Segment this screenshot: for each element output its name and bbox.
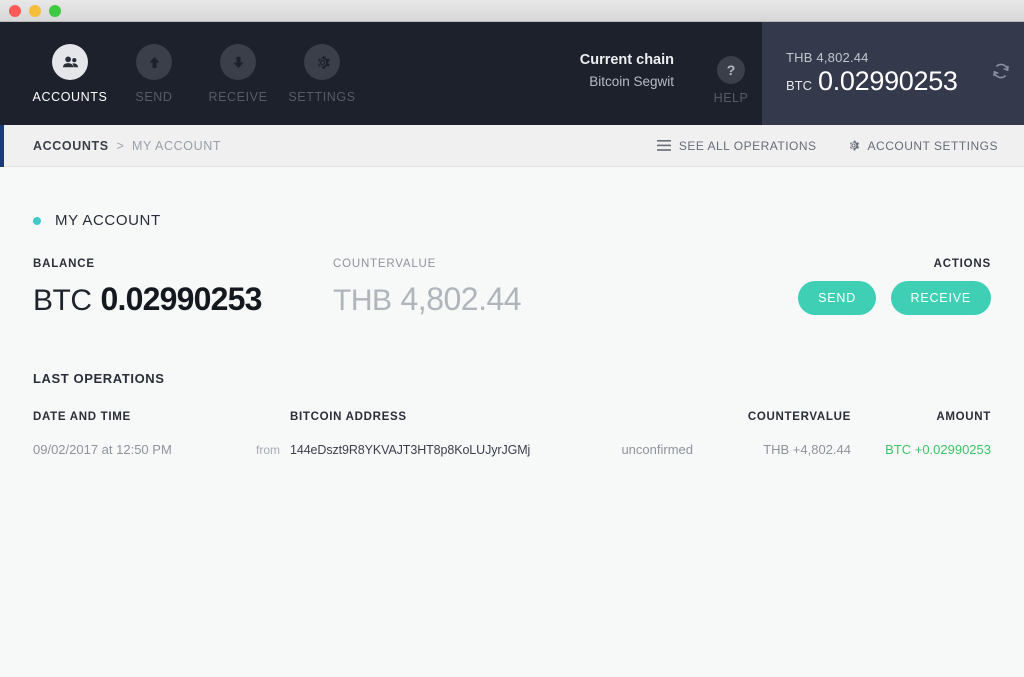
balance-row: BALANCE BTC 0.02990253 COUNTERVALUE THB … <box>33 258 991 318</box>
nav-item-accounts[interactable]: ACCOUNTS <box>30 44 110 129</box>
gear-icon <box>304 44 340 80</box>
operation-date: 09/02/2017 at 12:50 PM <box>33 442 172 457</box>
actions-header: ACTIONS <box>933 258 991 270</box>
gear-icon <box>847 139 860 152</box>
total-fiat-value: THB 4,802.44 <box>786 50 869 65</box>
send-button[interactable]: SEND <box>798 281 877 315</box>
column-header-status <box>561 411 711 442</box>
account-title: MY ACCOUNT <box>33 167 991 229</box>
balance-column: BALANCE BTC 0.02990253 <box>33 258 333 318</box>
breadcrumb-actions: SEE ALL OPERATIONS ACCOUNT SETTINGS <box>627 139 998 153</box>
main-content: MY ACCOUNT BALANCE BTC 0.02990253 COUNTE… <box>0 167 1024 677</box>
column-header-amount: AMOUNT <box>936 411 991 423</box>
total-crypto-amount: 0.02990253 <box>818 66 958 96</box>
balance-amount: 0.02990253 <box>100 281 263 317</box>
total-crypto-unit: BTC <box>786 78 812 93</box>
account-status-dot <box>33 216 41 225</box>
help-label: HELP <box>713 91 749 105</box>
countervalue-amount: 4,802.44 <box>400 281 522 317</box>
table-row[interactable]: 09/02/2017 at 12:50 PM from 144eDszt9R8Y… <box>33 442 991 457</box>
countervalue-column: COUNTERVALUE THB 4,802.44 <box>333 258 771 318</box>
window-titlebar <box>0 0 1024 22</box>
column-header-address: BITCOIN ADDRESS <box>290 411 407 423</box>
account-settings-button[interactable]: ACCOUNT SETTINGS <box>847 139 998 153</box>
arrow-down-icon <box>220 44 256 80</box>
window-minimize-button[interactable] <box>29 4 41 17</box>
breadcrumb-current: MY ACCOUNT <box>131 138 222 153</box>
account-name: MY ACCOUNT <box>55 212 161 229</box>
balance-header: BALANCE <box>33 258 95 270</box>
app-header: ACCOUNTS SEND RECEIVE SETTINGS Current c… <box>0 22 1024 129</box>
left-accent-strip <box>0 125 4 167</box>
nav-item-receive[interactable]: RECEIVE <box>198 44 278 104</box>
balance-unit: BTC <box>33 284 92 317</box>
people-icon <box>52 44 88 80</box>
hamburger-icon <box>656 140 671 151</box>
table-header-row: DATE AND TIME BITCOIN ADDRESS COUNTERVAL… <box>33 411 991 442</box>
nav-label-receive: RECEIVE <box>208 90 268 104</box>
main-navigation: ACCOUNTS SEND RECEIVE SETTINGS <box>0 22 366 129</box>
last-operations-title: LAST OPERATIONS <box>33 371 165 386</box>
countervalue-value: THB 4,802.44 <box>333 281 771 318</box>
nav-label-accounts: ACCOUNTS <box>32 90 108 104</box>
nav-label-settings: SETTINGS <box>288 90 356 104</box>
account-settings-label: ACCOUNT SETTINGS <box>867 138 998 153</box>
operations-table: DATE AND TIME BITCOIN ADDRESS COUNTERVAL… <box>33 411 991 457</box>
column-header-date: DATE AND TIME <box>33 411 131 423</box>
arrow-up-icon <box>136 44 172 80</box>
sync-icon <box>990 60 1012 87</box>
nav-item-settings[interactable]: SETTINGS <box>282 44 362 104</box>
column-header-countervalue: COUNTERVALUE <box>747 411 851 423</box>
balance-value: BTC 0.02990253 <box>33 281 333 318</box>
receive-button[interactable]: RECEIVE <box>890 281 991 315</box>
header-totals: THB 4,802.44 BTC 0.02990253 <box>762 22 1024 125</box>
nav-item-send[interactable]: SEND <box>114 44 194 104</box>
nav-label-send: SEND <box>135 90 173 104</box>
see-all-operations-button[interactable]: SEE ALL OPERATIONS <box>656 138 817 153</box>
window-close-button[interactable] <box>9 4 21 17</box>
operation-address: 144eDszt9R8YKVAJT3HT8p8KoLUJyrJGMj <box>290 443 531 457</box>
breadcrumb-bar: ACCOUNTS > MY ACCOUNT SEE ALL OPERATIONS <box>0 125 1024 167</box>
current-chain-label: Current chain <box>579 52 674 68</box>
breadcrumb-root[interactable]: ACCOUNTS <box>33 139 109 153</box>
operation-direction: from <box>256 443 280 457</box>
current-chain: Current chain Bitcoin Segwit <box>580 22 700 125</box>
countervalue-header: COUNTERVALUE <box>333 258 437 270</box>
see-all-operations-label: SEE ALL OPERATIONS <box>678 138 817 153</box>
breadcrumb-separator: > <box>116 138 124 153</box>
countervalue-unit: THB <box>333 284 392 317</box>
help-button[interactable]: ? HELP <box>700 22 762 125</box>
window-maximize-button[interactable] <box>49 4 61 17</box>
app-window: ACCOUNTS SEND RECEIVE SETTINGS Current c… <box>0 0 1024 677</box>
actions-column: ACTIONS SEND RECEIVE <box>771 258 991 315</box>
operation-amount: BTC +0.02990253 <box>885 442 991 457</box>
refresh-button[interactable] <box>978 60 1024 87</box>
operation-countervalue: THB +4,802.44 <box>763 442 851 457</box>
question-mark-icon: ? <box>717 56 745 84</box>
operation-status: unconfirmed <box>621 442 693 457</box>
current-chain-value: Bitcoin Segwit <box>589 74 674 89</box>
